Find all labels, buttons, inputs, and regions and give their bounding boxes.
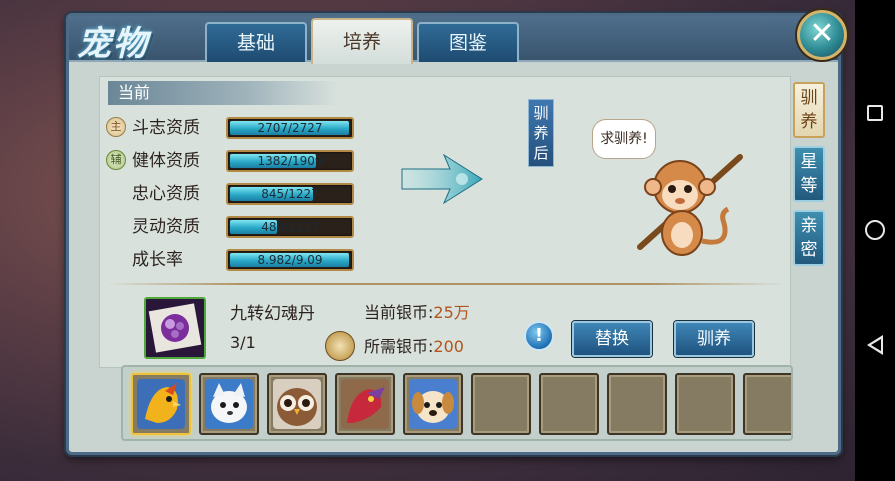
pet-slot-puppy[interactable] bbox=[403, 373, 463, 435]
tab-basic[interactable]: 基础 bbox=[205, 22, 307, 62]
phoenix-pet-icon bbox=[137, 379, 185, 429]
info-button[interactable]: ! bbox=[524, 321, 554, 351]
stat-value: 480/1227 bbox=[261, 220, 319, 234]
stat-label: 忠心资质 bbox=[132, 184, 200, 204]
sub-badge: 辅 bbox=[106, 150, 126, 170]
side-tab-intimacy[interactable]: 亲密 bbox=[793, 210, 825, 266]
stat-bar: 480/1227 bbox=[226, 216, 354, 238]
required-silver-label: 所需银币: bbox=[364, 337, 434, 356]
item-name: 九转幻魂丹 bbox=[230, 304, 315, 324]
stat-value: 8.982/9.09 bbox=[257, 253, 323, 267]
stat-value: 2707/2727 bbox=[257, 121, 323, 135]
required-silver: 所需银币:200 bbox=[364, 333, 464, 357]
pet-slot-white-fox[interactable] bbox=[199, 373, 259, 435]
train-content: 当前 主 斗志资质 2707/2727 辅 健体资质 1382/1909 忠心资… bbox=[99, 76, 791, 368]
stat-label: 灵动资质 bbox=[132, 217, 200, 237]
silver-coin-icon bbox=[325, 331, 355, 361]
after-train-label: 驯养后 bbox=[528, 99, 554, 167]
item-count: 3/1 bbox=[230, 333, 256, 352]
stat-label: 成长率 bbox=[132, 250, 183, 270]
current-silver: 当前银币:25万 bbox=[364, 299, 470, 323]
puppy-pet-icon bbox=[409, 379, 457, 429]
pet-logo: 宠物 bbox=[77, 24, 149, 64]
stat-bar: 845/1227 bbox=[226, 183, 354, 205]
pet-slot-empty[interactable] bbox=[675, 373, 735, 435]
pet-list bbox=[121, 365, 793, 441]
tab-cultivate[interactable]: 培养 bbox=[311, 18, 413, 64]
required-silver-value: 200 bbox=[433, 337, 464, 356]
train-button[interactable]: 驯养 bbox=[674, 321, 754, 357]
close-button[interactable]: ✕ bbox=[797, 10, 847, 60]
stat-label: 健体资质 bbox=[132, 151, 200, 171]
current-silver-value: 25万 bbox=[433, 303, 470, 322]
soul-pill-icon bbox=[148, 303, 202, 353]
stat-row-agility: 灵动资质 480/1227 bbox=[106, 214, 366, 240]
android-nav-bar bbox=[855, 0, 895, 481]
stat-bar: 1382/1909 bbox=[226, 150, 354, 172]
section-divider bbox=[106, 283, 784, 285]
side-tab-train[interactable]: 驯养 bbox=[793, 82, 825, 138]
white-fox-pet-icon bbox=[205, 379, 253, 429]
recent-apps-icon[interactable] bbox=[867, 105, 883, 121]
home-icon[interactable] bbox=[865, 220, 885, 240]
stat-row-growth: 成长率 8.982/9.09 bbox=[106, 247, 366, 273]
arrow-right-icon bbox=[401, 153, 483, 205]
replace-button[interactable]: 替换 bbox=[572, 321, 652, 357]
pet-slot-red-bird[interactable] bbox=[335, 373, 395, 435]
panel-header: 宠物 基础 培养 图鉴 bbox=[69, 16, 838, 64]
pet-slot-phoenix[interactable] bbox=[131, 373, 191, 435]
monkey-pet-icon bbox=[637, 154, 743, 256]
pet-slot-empty[interactable] bbox=[743, 373, 791, 435]
side-tab-star[interactable]: 星等 bbox=[793, 146, 825, 202]
pet-slot-empty[interactable] bbox=[471, 373, 531, 435]
pet-slot-empty[interactable] bbox=[539, 373, 599, 435]
stat-value: 845/1227 bbox=[261, 187, 319, 201]
stat-row-fighting: 主 斗志资质 2707/2727 bbox=[106, 115, 366, 141]
pet-slot-owl[interactable] bbox=[267, 373, 327, 435]
stat-label: 斗志资质 bbox=[132, 118, 200, 138]
pet-slot-empty[interactable] bbox=[607, 373, 667, 435]
stat-bar: 8.982/9.09 bbox=[226, 249, 354, 271]
main-badge: 主 bbox=[106, 117, 126, 137]
current-header: 当前 bbox=[108, 81, 338, 105]
current-silver-label: 当前银币: bbox=[364, 303, 434, 322]
item-slot[interactable] bbox=[144, 297, 206, 359]
pet-panel: 宠物 基础 培养 图鉴 ✕ 当前 主 斗志资质 2707/2727 辅 健体资质… bbox=[66, 10, 847, 455]
stat-row-physique: 辅 健体资质 1382/1909 bbox=[106, 148, 366, 174]
stat-bar: 2707/2727 bbox=[226, 117, 354, 139]
stat-row-loyalty: 忠心资质 845/1227 bbox=[106, 181, 366, 207]
owl-pet-icon bbox=[273, 379, 321, 429]
tab-collection[interactable]: 图鉴 bbox=[417, 22, 519, 62]
stat-value: 1382/1909 bbox=[257, 154, 323, 168]
red-bird-pet-icon bbox=[341, 379, 389, 429]
